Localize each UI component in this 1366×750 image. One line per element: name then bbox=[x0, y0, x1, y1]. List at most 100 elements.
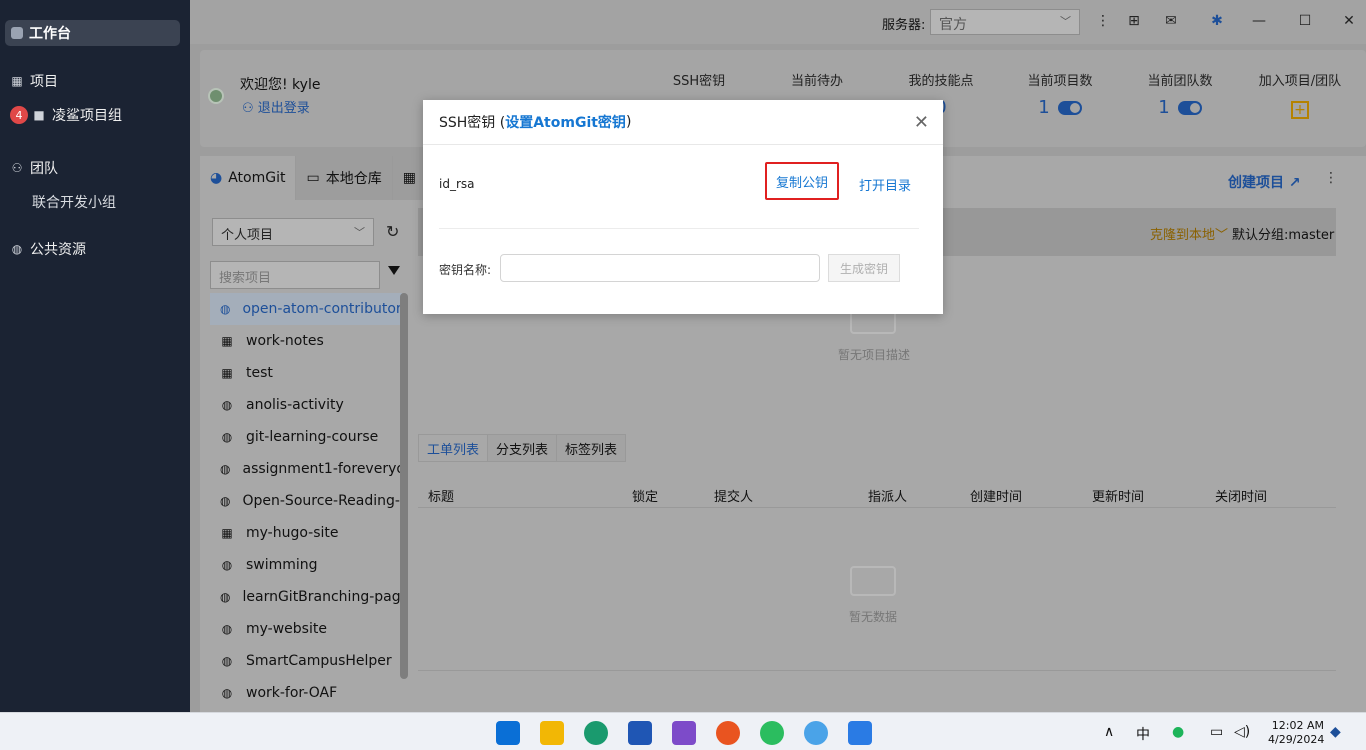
server-select[interactable]: 官方 ﹀ bbox=[930, 9, 1080, 35]
globe-icon: ◍ bbox=[220, 590, 231, 604]
copy-public-key-button[interactable]: 复制公钥 bbox=[765, 162, 839, 200]
tab-apps[interactable]: ▦ bbox=[392, 156, 427, 200]
logout-link[interactable]: ⚇ 退出登录 bbox=[242, 97, 310, 116]
list-item[interactable]: ◍ anolis-activity bbox=[210, 389, 402, 421]
globe-icon: ◍ bbox=[221, 430, 233, 444]
stat-label: 当前团队数 bbox=[1147, 74, 1213, 89]
globe-icon: ◍ bbox=[221, 654, 233, 668]
toggle-switch[interactable] bbox=[1057, 100, 1082, 115]
notification-icon[interactable]: ◆ bbox=[1330, 724, 1341, 740]
time: 12:02 AM bbox=[1271, 719, 1324, 732]
plus-icon[interactable]: + bbox=[1291, 101, 1309, 119]
sidebar-item-public[interactable]: ◍ 公共资源 bbox=[10, 239, 86, 259]
welcome-text: 欢迎您! kyle bbox=[240, 77, 321, 93]
list-item[interactable]: ◍ open-atom-contributor-l bbox=[210, 293, 402, 325]
tab-branches[interactable]: 分支列表 bbox=[487, 434, 558, 462]
chevron-down-icon: ﹀ bbox=[1060, 15, 1071, 28]
create-project-label: 创建项目 bbox=[1228, 175, 1284, 191]
project-panel: 个人项目 ﹀ ↻ 搜索项目 ◍ open-atom-contributor-l ▦ w… bbox=[210, 208, 410, 712]
project-name: assignment1-foreveryone bbox=[242, 461, 402, 477]
tab-atomgit[interactable]: ◕ AtomGit bbox=[200, 156, 297, 200]
open-directory-button[interactable]: 打开目录 bbox=[859, 175, 911, 194]
stat-teams[interactable]: 当前团队数 1 bbox=[1120, 70, 1240, 118]
no-data-text: 暂无数据 bbox=[849, 610, 898, 624]
toggle-switch[interactable] bbox=[1177, 100, 1202, 115]
list-item[interactable]: ◍ my-website bbox=[210, 613, 402, 645]
list-item[interactable]: ▦ test bbox=[210, 357, 402, 389]
key-name-input[interactable] bbox=[500, 254, 820, 282]
list-item[interactable]: ◍ git-learning-course bbox=[210, 421, 402, 453]
grid-icon: ▦ bbox=[402, 170, 416, 186]
tab-tags[interactable]: 标签列表 bbox=[556, 434, 627, 462]
stat-label: 我的技能点 bbox=[908, 74, 974, 89]
column-header: 关闭时间 bbox=[1215, 490, 1268, 505]
sidebar-item-label: 团队 bbox=[30, 161, 58, 177]
project-name: work-notes bbox=[246, 333, 324, 349]
stat-projects[interactable]: 当前项目数 1 bbox=[1000, 70, 1120, 118]
edge-icon[interactable] bbox=[584, 721, 608, 745]
close-icon[interactable]: ✕ bbox=[914, 112, 929, 133]
create-project-button[interactable]: 创建项目 ↗ bbox=[1228, 172, 1301, 192]
empty-inbox-icon bbox=[850, 566, 896, 596]
globe-icon: ◍ bbox=[220, 494, 231, 508]
list-item[interactable]: ▦ work-notes bbox=[210, 325, 402, 357]
list-item[interactable]: ▦ my-hugo-site bbox=[210, 517, 402, 549]
stat-label: 加入项目/团队 bbox=[1258, 74, 1342, 89]
search-input[interactable]: 搜索项目 bbox=[210, 261, 380, 289]
tab-issues[interactable]: 工单列表 bbox=[418, 434, 489, 462]
key-name-label: 密钥名称: bbox=[439, 263, 492, 277]
bug-icon[interactable]: ✱ bbox=[1208, 12, 1226, 30]
linksaas-icon[interactable] bbox=[848, 721, 872, 745]
stat-join[interactable]: 加入项目/团队 + bbox=[1240, 70, 1360, 119]
ime-indicator[interactable]: 中 bbox=[1136, 724, 1150, 744]
file-explorer-icon[interactable] bbox=[540, 721, 564, 745]
scrollbar[interactable] bbox=[400, 293, 408, 679]
store-icon[interactable] bbox=[628, 721, 652, 745]
book-icon: ▦ bbox=[221, 526, 233, 540]
clock[interactable]: 12:02 AM 4/29/2024 bbox=[1268, 719, 1324, 747]
sidebar-item-projects[interactable]: ▦ 项目 bbox=[10, 71, 58, 91]
list-item[interactable]: ◍ work-for-OAF bbox=[210, 677, 402, 709]
sidebar-item-team-sub[interactable]: 联合开发小组 bbox=[32, 192, 116, 212]
mail-icon[interactable]: ✉ bbox=[1162, 12, 1180, 30]
ubuntu-icon[interactable] bbox=[716, 721, 740, 745]
clone-button[interactable]: 克隆到本地﹀ bbox=[1150, 224, 1228, 243]
close-icon[interactable]: ✕ bbox=[1340, 12, 1358, 30]
more-vertical-icon[interactable]: ⋮ bbox=[1094, 12, 1112, 30]
wechat-tray-icon[interactable]: ● bbox=[1172, 724, 1184, 740]
globe-icon: ◍ bbox=[221, 622, 233, 636]
sidebar-item-workbench[interactable]: 工作台 bbox=[5, 20, 180, 46]
sidebar-item-project-group[interactable]: 4 ■ 凌鲨项目组 bbox=[10, 105, 122, 125]
list-item[interactable]: ◍ swimming bbox=[210, 549, 402, 581]
project-type-select[interactable]: 个人项目 ﹀ bbox=[212, 218, 374, 246]
list-item[interactable]: ◍ SmartCampusHelper bbox=[210, 645, 402, 677]
list-item[interactable]: ◍ assignment1-foreveryone bbox=[210, 453, 402, 485]
book-icon: ▦ bbox=[221, 334, 233, 348]
logout-label: 退出登录 bbox=[257, 101, 310, 116]
chat-icon[interactable] bbox=[804, 721, 828, 745]
tab-local-repo[interactable]: ▭ 本地仓库 bbox=[296, 156, 393, 200]
generate-key-button[interactable]: 生成密钥 bbox=[828, 254, 900, 282]
sidebar-item-team[interactable]: ⚇ 团队 bbox=[10, 158, 58, 178]
network-icon[interactable]: ▭ bbox=[1210, 724, 1223, 740]
list-item[interactable]: ◍ Open-Source-Reading-C bbox=[210, 485, 402, 517]
visual-studio-icon[interactable] bbox=[672, 721, 696, 745]
volume-icon[interactable]: ◁) bbox=[1234, 724, 1250, 740]
windows-start-icon[interactable] bbox=[496, 721, 520, 745]
maximize-icon[interactable]: ☐ bbox=[1296, 12, 1314, 30]
project-name: my-hugo-site bbox=[246, 525, 339, 541]
network-icon[interactable]: ⊞ bbox=[1125, 12, 1143, 30]
filter-icon[interactable] bbox=[388, 266, 400, 275]
set-atomgit-key-link[interactable]: 设置AtomGit密钥 bbox=[505, 112, 626, 132]
list-item[interactable]: ◍ learnGitBranching-pages bbox=[210, 581, 402, 613]
more-vertical-icon[interactable]: ⋮ bbox=[1324, 170, 1338, 186]
project-name: Open-Source-Reading-C bbox=[242, 493, 402, 509]
top-bar: 服务器: 官方 ﹀ ⋮ ⊞ ✉ ✱ — ☐ ✕ bbox=[190, 0, 1366, 44]
project-type-value: 个人项目 bbox=[221, 228, 274, 243]
chevron-up-icon[interactable]: ∧ bbox=[1104, 724, 1114, 740]
avatar bbox=[208, 88, 224, 104]
wechat-icon[interactable] bbox=[760, 721, 784, 745]
minimize-icon[interactable]: — bbox=[1250, 12, 1268, 30]
globe-icon: ◍ bbox=[220, 462, 231, 476]
refresh-icon[interactable]: ↻ bbox=[386, 222, 399, 241]
